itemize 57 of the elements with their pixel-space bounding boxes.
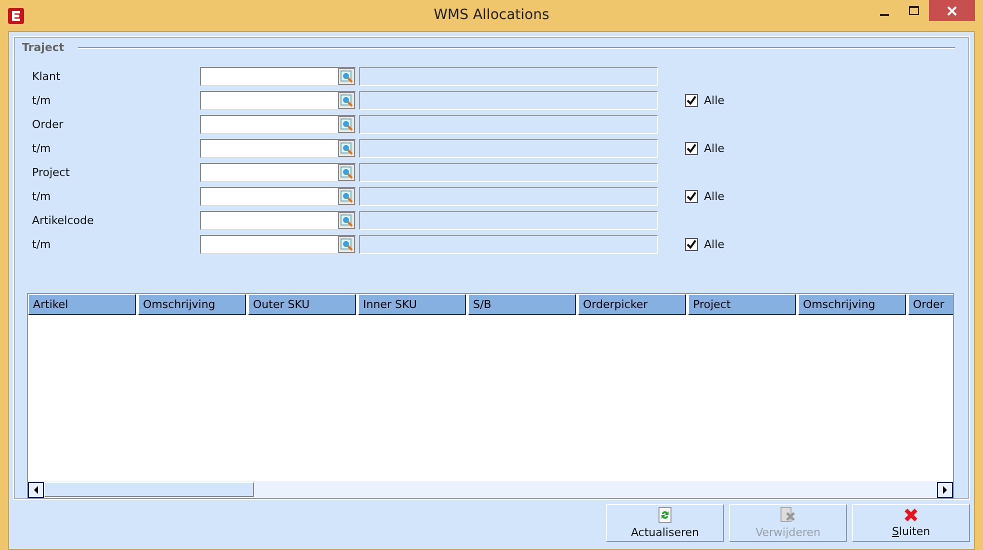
close-icon bbox=[947, 6, 957, 16]
refresh-icon bbox=[658, 507, 672, 523]
field-label: t/m bbox=[31, 238, 52, 251]
field-label: t/m bbox=[31, 142, 52, 155]
input-field[interactable] bbox=[200, 210, 356, 230]
column-header[interactable]: Project bbox=[688, 294, 796, 315]
field-label: Artikelcode bbox=[31, 214, 95, 227]
lookup-icon[interactable] bbox=[338, 188, 355, 205]
checkbox-label: Alle bbox=[704, 238, 724, 251]
maximize-icon bbox=[909, 6, 919, 16]
close-button[interactable] bbox=[929, 0, 975, 21]
lookup-icon[interactable] bbox=[338, 212, 355, 229]
document-delete-icon bbox=[780, 507, 796, 523]
checkbox[interactable] bbox=[685, 142, 698, 155]
checkbox-label: Alle bbox=[704, 142, 724, 155]
lookup-icon[interactable] bbox=[338, 236, 355, 253]
input-field[interactable] bbox=[200, 114, 356, 134]
scroll-left-icon[interactable] bbox=[28, 482, 44, 498]
refresh-button[interactable]: Actualiseren bbox=[606, 504, 724, 542]
column-header[interactable]: Artikel bbox=[28, 294, 136, 315]
group-title: Traject bbox=[22, 41, 64, 54]
field-label: Klant bbox=[31, 70, 62, 83]
lookup-icon[interactable] bbox=[338, 92, 355, 109]
checkbox-label: Alle bbox=[704, 94, 724, 107]
lookup-icon[interactable] bbox=[338, 116, 355, 133]
lookup-icon[interactable] bbox=[338, 140, 355, 157]
column-header[interactable]: S/B bbox=[468, 294, 576, 315]
lookup-icon[interactable] bbox=[338, 68, 355, 85]
column-header[interactable]: Order bbox=[908, 294, 953, 315]
column-header[interactable]: Orderpicker bbox=[578, 294, 686, 315]
field-label: Project bbox=[31, 166, 71, 179]
window-title: WMS Allocations bbox=[432, 6, 550, 25]
field-label: Order bbox=[31, 118, 64, 131]
column-header[interactable]: Inner SKU bbox=[358, 294, 466, 315]
input-field[interactable] bbox=[200, 186, 356, 206]
minimize-icon bbox=[880, 14, 888, 16]
input-field[interactable] bbox=[200, 234, 356, 254]
column-header[interactable]: Outer SKU bbox=[248, 294, 356, 315]
horizontal-scrollbar[interactable] bbox=[28, 481, 953, 498]
checkbox[interactable] bbox=[685, 238, 698, 251]
checkbox[interactable] bbox=[685, 190, 698, 203]
column-header[interactable]: Omschrijving bbox=[138, 294, 246, 315]
input-field[interactable] bbox=[200, 90, 356, 110]
field-label: t/m bbox=[31, 190, 52, 203]
close-icon bbox=[904, 508, 918, 522]
close-button[interactable]: Sluiten bbox=[852, 504, 970, 542]
lookup-icon[interactable] bbox=[338, 164, 355, 181]
scroll-thumb[interactable] bbox=[44, 482, 254, 497]
app-logo-icon bbox=[8, 8, 24, 24]
scroll-right-icon[interactable] bbox=[937, 482, 953, 498]
checkbox[interactable] bbox=[685, 94, 698, 107]
input-field[interactable] bbox=[200, 138, 356, 158]
field-label: t/m bbox=[31, 94, 52, 107]
input-field[interactable] bbox=[200, 66, 356, 86]
checkbox-label: Alle bbox=[704, 190, 724, 203]
column-header[interactable]: Omschrijving bbox=[798, 294, 906, 315]
input-field[interactable] bbox=[200, 162, 356, 182]
